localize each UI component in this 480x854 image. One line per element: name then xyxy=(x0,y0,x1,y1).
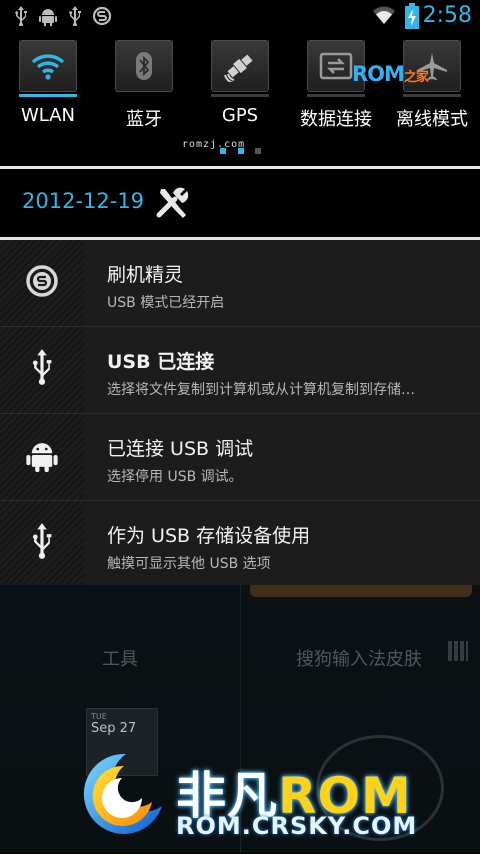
notification-subtitle: 选择停用 USB 调试。 xyxy=(107,469,243,485)
notification-subtitle: USB 模式已经开启 xyxy=(107,295,225,311)
notification-icon-column xyxy=(0,327,84,413)
notification-flash-spirit[interactable]: 刷机精灵 USB 模式已经开启 xyxy=(0,240,480,327)
quick-settings-panel: WLAN 蓝牙 GPS 数据连接 离线模式 ROM之家 romzj.com xyxy=(0,32,480,166)
usb-icon xyxy=(14,6,28,31)
notification-title: 作为 USB 存储设备使用 xyxy=(107,525,311,547)
bluetooth-toggle[interactable]: 蓝牙 xyxy=(96,40,192,130)
gps-indicator xyxy=(211,94,269,97)
battery-charging-icon xyxy=(404,3,420,34)
flash-spirit-icon xyxy=(25,264,59,302)
crsky-logo-icon xyxy=(66,740,170,850)
notification-usb-storage[interactable]: 作为 USB 存储设备使用 触摸可显示其他 USB 选项 xyxy=(0,501,480,587)
notification-title: USB 已连接 xyxy=(107,351,215,373)
android-debug-icon xyxy=(38,6,58,31)
flash-app-icon xyxy=(92,6,112,31)
notification-subtitle: 触摸可显示其他 USB 选项 xyxy=(107,556,271,572)
date-row: 2012-12-19 xyxy=(0,169,480,237)
usb-icon xyxy=(31,349,53,391)
notification-title: 刷机精灵 xyxy=(107,264,184,286)
toggle-label: GPS xyxy=(221,105,259,126)
calendar-date: Sep 27 xyxy=(91,721,137,736)
notification-title: 已连接 USB 调试 xyxy=(107,438,254,460)
toggle-label: 蓝牙 xyxy=(126,109,162,130)
homescreen-widget xyxy=(250,585,472,597)
bluetooth-icon xyxy=(115,40,173,92)
page-indicator-dot xyxy=(220,148,226,154)
status-bar: 2:58 xyxy=(0,0,480,32)
toggle-label: 数据连接 xyxy=(300,109,372,130)
wlan-active-indicator xyxy=(19,94,77,97)
data-indicator xyxy=(307,94,365,97)
watermark-url: ROM.CRSKY.COM xyxy=(176,812,418,840)
notification-icon-column xyxy=(0,240,84,326)
toggle-label: WLAN xyxy=(20,105,76,126)
usb-icon xyxy=(31,523,53,565)
page-indicator-dot xyxy=(238,148,244,154)
notification-usb-connected[interactable]: USB 已连接 选择将文件复制到计算机或从计算机复制到存储… xyxy=(0,327,480,414)
gps-toggle[interactable]: GPS xyxy=(192,40,288,130)
calendar-day: TUE xyxy=(91,712,107,721)
brand-watermark-text: romzj.com xyxy=(182,139,246,150)
rom-home-logo: ROM之家 xyxy=(352,62,429,86)
status-clock: 2:58 xyxy=(422,3,472,28)
toggle-label: 离线模式 xyxy=(396,109,468,130)
android-icon xyxy=(25,438,59,476)
grid-icon[interactable] xyxy=(448,641,468,661)
homescreen-folder-label[interactable]: 搜狗输入法皮肤 xyxy=(296,645,422,671)
usb-icon xyxy=(68,6,82,31)
wlan-toggle[interactable]: WLAN xyxy=(0,40,96,130)
notification-icon-column xyxy=(0,501,84,587)
tools-icon[interactable] xyxy=(155,185,191,225)
gps-satellite-icon xyxy=(211,40,269,92)
date-text: 2012-12-19 xyxy=(22,189,145,213)
notification-subtitle: 选择将文件复制到计算机或从计算机复制到存储… xyxy=(107,382,415,398)
wifi-icon xyxy=(19,40,77,92)
notification-usb-debugging[interactable]: 已连接 USB 调试 选择停用 USB 调试。 xyxy=(0,414,480,501)
wifi-signal-icon xyxy=(372,4,396,31)
page-indicator-dot xyxy=(255,148,261,154)
notification-icon-column xyxy=(0,414,84,500)
homescreen-folder-label[interactable]: 工具 xyxy=(102,645,138,671)
airplane-indicator xyxy=(403,94,461,97)
